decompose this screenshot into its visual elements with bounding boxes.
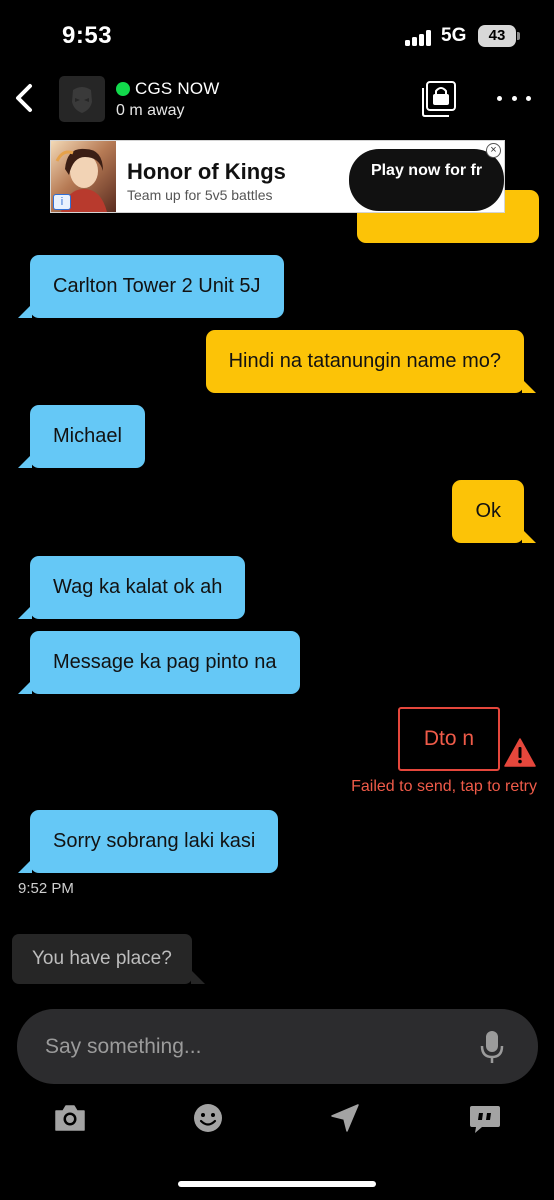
message-bubble-outgoing[interactable]: Hindi na tatanungin name mo? <box>205 330 537 393</box>
network-label: 5G <box>441 25 467 46</box>
ad-close-icon[interactable]: × <box>486 143 501 158</box>
microphone-icon[interactable] <box>480 1030 504 1064</box>
warning-icon[interactable] <box>504 738 536 767</box>
message-input[interactable] <box>45 1009 465 1084</box>
ad-cta-button[interactable]: Play now for fr <box>349 149 504 211</box>
saved-phrases-icon[interactable] <box>467 1100 503 1136</box>
location-icon[interactable] <box>327 1100 363 1136</box>
more-dots-icon[interactable] <box>497 86 531 110</box>
message-bubble-incoming[interactable]: Michael <box>18 405 145 468</box>
suggested-reply[interactable]: You have place? <box>12 934 205 984</box>
chat-header: CGS NOW 0 m away <box>0 70 554 130</box>
message-bubble-incoming[interactable]: Wag ka kalat ok ah <box>17 556 246 619</box>
ad-title: Honor of Kings <box>127 159 286 184</box>
message-list[interactable]: Carlton Tower 2 Unit 5J Hindi na tatanun… <box>0 130 554 1000</box>
avatar[interactable] <box>59 76 105 122</box>
emoji-icon[interactable] <box>190 1100 226 1136</box>
home-indicator[interactable] <box>178 1181 376 1187</box>
message-bubble-incoming[interactable]: Message ka pag pinto na <box>18 631 300 694</box>
ad-subtitle: Team up for 5v5 battles <box>127 187 273 203</box>
status-bar: 9:53 5G 43 <box>0 0 554 70</box>
online-status-icon <box>116 82 130 96</box>
message-bubble-outgoing[interactable]: Ok <box>452 480 536 543</box>
status-time: 9:53 <box>62 22 113 49</box>
battery-tip <box>517 32 520 40</box>
message-bubble-incoming[interactable]: Sorry sobrang laki kasi <box>17 810 279 873</box>
message-composer <box>17 1009 538 1084</box>
ad-banner[interactable]: Honor of Kings Team up for 5v5 battles P… <box>50 140 505 213</box>
battery-icon: 43 <box>478 25 516 47</box>
contact-distance: 0 m away <box>116 102 185 119</box>
contact-name-row[interactable]: CGS NOW <box>116 79 220 99</box>
camera-icon[interactable] <box>52 1100 88 1136</box>
failed-send-note[interactable]: Failed to send, tap to retry <box>351 778 537 796</box>
message-timestamp: 9:52 PM <box>18 880 74 897</box>
signal-icon <box>405 30 435 46</box>
ad-info-icon[interactable]: i <box>53 194 71 210</box>
album-lock-icon[interactable] <box>418 80 460 120</box>
message-bubble-incoming[interactable]: Carlton Tower 2 Unit 5J <box>18 255 284 318</box>
contact-name: CGS NOW <box>135 79 220 98</box>
back-chevron-icon[interactable] <box>8 78 44 118</box>
message-bubble-failed[interactable]: Dto n <box>398 707 500 771</box>
